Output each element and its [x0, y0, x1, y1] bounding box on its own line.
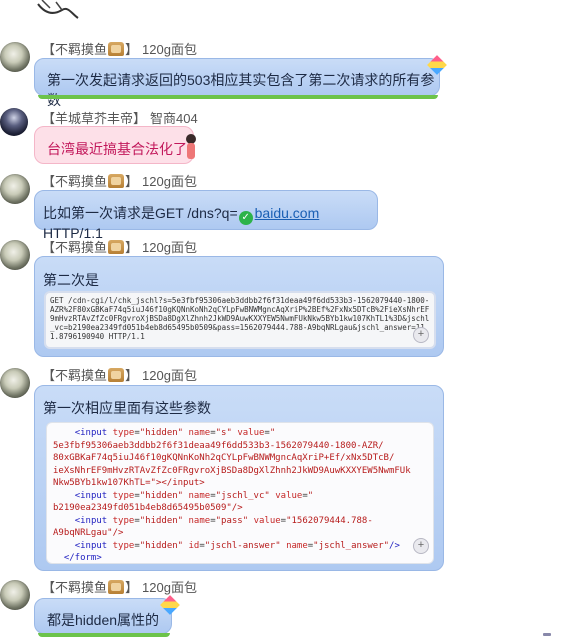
code-line: b2190ea2349fd051b4eb8d65495b0509"/>: [53, 503, 243, 513]
sender-bracket: 】: [125, 42, 139, 57]
sender-line: 【不羁摸鱼 】 120g面包: [42, 39, 197, 58]
avatar[interactable]: [0, 240, 30, 270]
avatar[interactable]: [0, 368, 30, 398]
member-title: 120g面包: [142, 42, 197, 57]
bread-icon: [108, 579, 125, 594]
avatar[interactable]: [0, 580, 30, 610]
message-bubble[interactable]: 第二次是 GET /cdn-cgi/l/chk_jschl?s=5e3fbf95…: [34, 256, 444, 357]
avatar[interactable]: [0, 42, 30, 72]
zoom-icon[interactable]: +: [413, 538, 429, 554]
code-line: A9bqNRLgau"/>: [53, 528, 124, 538]
code-line: <input type="hidden" name="s" value=": [74, 428, 276, 438]
sender-name: 【不羁摸鱼: [42, 368, 108, 383]
member-title: 120g面包: [142, 174, 197, 189]
bread-icon: [108, 367, 125, 382]
message-bubble[interactable]: 都是hidden属性的: [34, 598, 172, 634]
message-bubble[interactable]: 比如第一次请求是GET /dns?q= ✓ baidu.com HTTP/1.1: [34, 190, 378, 241]
code-snippet[interactable]: <input type="hidden" name="s" value=" 5e3…: [46, 422, 434, 564]
code-line: <input type="hidden" id="jschl-answer" n…: [74, 540, 400, 551]
code-snippet[interactable]: GET /cdn-cgi/l/chk_jschl?s=5e3fbf95306ae…: [44, 291, 436, 349]
code-line: Nkw5BYb1kw107KhTL="></input>: [53, 478, 205, 488]
sender-bracket: 】: [125, 580, 139, 595]
shield-check-icon: ✓: [238, 211, 253, 225]
avatar[interactable]: [0, 174, 30, 204]
message-text: 第二次是: [43, 272, 99, 288]
code-line: ieXsNhrEF9mHvzRTAvZfZc0FRgvroXjBSDa8DgXl…: [53, 465, 411, 476]
member-title: 120g面包: [142, 580, 197, 595]
message-text: 都是hidden属性的: [47, 612, 160, 628]
bubble-decoration: [38, 95, 438, 99]
avatar[interactable]: [0, 108, 28, 136]
member-title: 120g面包: [142, 368, 197, 383]
code-line: 5e3fbf95306aeb3ddbb2f6f31deaa49f6dd533b3…: [53, 440, 384, 451]
sender-line: 【羊城草芥丰帝】 智商404: [42, 108, 198, 127]
message-text: 第一次相应里面有这些参数: [43, 400, 211, 416]
message-bubble[interactable]: 第一次相应里面有这些参数 <input type="hidden" name="…: [34, 385, 444, 571]
code-line: 80xGBKaF74q5iuJ46f10gKQNnKoNh2qCYLpFwBNW…: [53, 453, 395, 463]
message-bubble[interactable]: 第一次发起请求返回的503相应其实包含了第二次请求的所有参数: [34, 58, 440, 108]
sender-name: 【不羁摸鱼: [42, 174, 108, 189]
bread-icon: [108, 239, 125, 254]
sender-line: 【不羁摸鱼 】 120g面包: [42, 171, 197, 190]
girl-sticker-icon: [184, 134, 198, 162]
sender-bracket: 】: [125, 240, 139, 255]
sender-name: 【不羁摸鱼: [42, 580, 108, 595]
bubble-decoration: [38, 633, 170, 637]
sender-name: 【羊城草芥丰帝】: [42, 111, 147, 126]
sender-name: 【不羁摸鱼: [42, 240, 108, 255]
bread-icon: [108, 173, 125, 188]
sender-bracket: 】: [125, 174, 139, 189]
sender-line: 【不羁摸鱼 】 120g面包: [42, 237, 197, 256]
zoom-icon[interactable]: +: [413, 327, 429, 343]
message-link[interactable]: baidu.com: [255, 205, 320, 221]
message-text: 台湾最近搞基合法化了: [47, 141, 187, 157]
message-bubble[interactable]: 台湾最近搞基合法化了: [34, 126, 194, 164]
sender-line: 【不羁摸鱼 】 120g面包: [42, 365, 197, 384]
member-title: 120g面包: [142, 240, 197, 255]
bread-icon: [108, 41, 125, 56]
sender-bracket: 】: [125, 368, 139, 383]
sender-name: 【不羁摸鱼: [42, 42, 108, 57]
sticker-image: [37, 0, 79, 19]
code-line: <input type="hidden" name="pass" value="…: [74, 515, 373, 526]
message-text: 第一次发起请求返回的503相应其实包含了第二次请求的所有参数: [47, 72, 435, 108]
code-line: </form>: [53, 553, 102, 563]
member-title: 智商404: [150, 111, 198, 126]
message-text: 比如第一次请求是GET /dns?q=: [43, 205, 238, 221]
sender-line: 【不羁摸鱼 】 120g面包: [42, 577, 197, 596]
code-line: <input type="hidden" name="jschl_vc" val…: [74, 490, 314, 501]
resize-handle[interactable]: [543, 633, 551, 636]
